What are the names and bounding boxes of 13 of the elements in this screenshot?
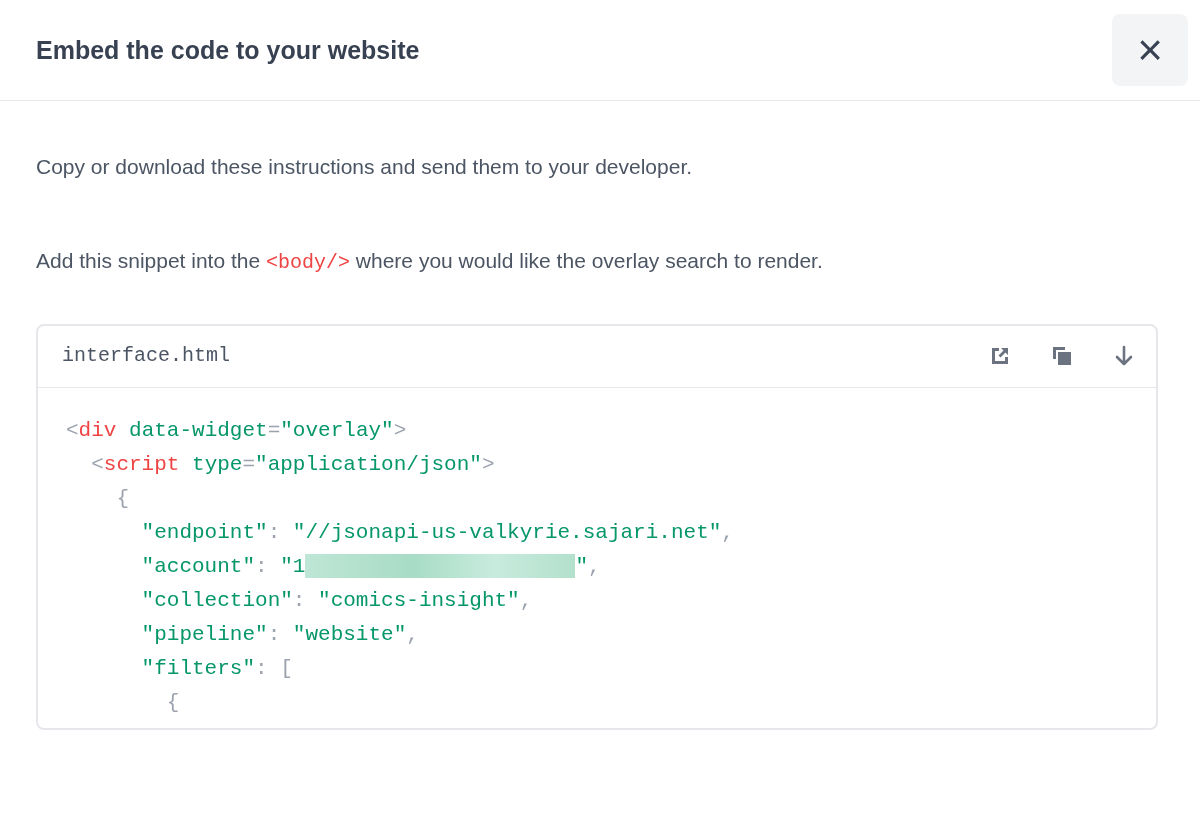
modal-title: Embed the code to your website (36, 35, 420, 65)
close-button[interactable]: × (1112, 14, 1188, 86)
instruction-text: Add this snippet into the <body/> where you would like the overlay search to render. (36, 247, 824, 276)
code-line: "filters": [ (140, 655, 294, 682)
instruction-text: Copy or download these instructions and send them to your developer. (36, 154, 694, 180)
code-line: { (165, 689, 181, 716)
code-line: <div data-widget="overlay"> (66, 417, 408, 444)
code-line: "pipeline": "website", (140, 621, 420, 648)
file-name: interface.html (62, 343, 231, 369)
code-line: <script type="application/json"> (90, 451, 496, 478)
code-line: "collection": "comics-insight", (140, 587, 534, 614)
code-line: "endpoint": "//jsonapi-us-valkyrie.sajari.net", (140, 519, 735, 546)
code-line: { (115, 485, 130, 512)
